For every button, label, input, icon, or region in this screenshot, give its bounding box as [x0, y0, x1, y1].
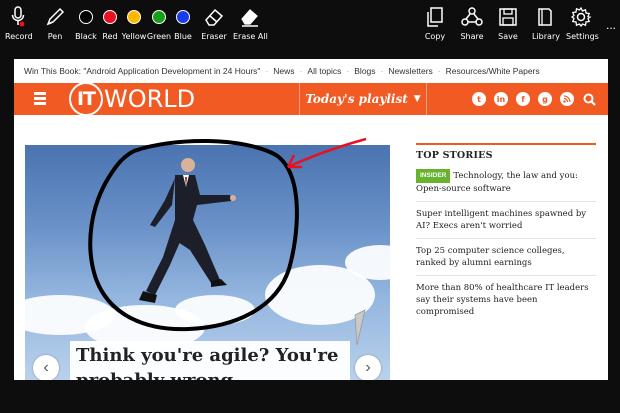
library-icon	[532, 4, 558, 30]
erase-all-icon	[233, 4, 267, 30]
red-label: Red	[102, 32, 118, 41]
yellow-label: Yellow	[121, 32, 147, 41]
more-options-button[interactable]: ...	[604, 18, 618, 32]
share-button[interactable]: Share	[459, 4, 485, 41]
webpage-viewport: Win This Book: "Android Application Deve…	[14, 59, 608, 380]
black-swatch	[79, 10, 93, 24]
yellow-swatch	[127, 10, 141, 24]
ink-arrow	[287, 137, 367, 169]
save-label: Save	[498, 32, 518, 41]
copy-label: Copy	[424, 32, 446, 41]
copy-button[interactable]: Copy	[422, 4, 448, 41]
black-color-button[interactable]: Black	[73, 4, 99, 41]
blue-swatch	[176, 10, 190, 24]
blue-color-button[interactable]: Blue	[170, 4, 196, 41]
black-label: Black	[75, 32, 97, 41]
green-label: Green	[146, 32, 172, 41]
more-icon: ...	[605, 18, 616, 32]
share-label: Share	[460, 32, 484, 41]
save-button[interactable]: Save	[495, 4, 521, 41]
erase-all-label: Erase All	[233, 32, 268, 41]
erase-all-button[interactable]: Erase All	[233, 4, 268, 41]
green-swatch	[152, 10, 166, 24]
eraser-label: Eraser	[201, 32, 227, 41]
green-color-button[interactable]: Green	[146, 4, 172, 41]
eraser-button[interactable]: Eraser	[200, 4, 228, 41]
bottom-bar	[0, 380, 620, 413]
share-icon	[459, 4, 485, 30]
ink-circle	[88, 138, 299, 332]
pen-button[interactable]: Pen	[42, 4, 68, 41]
eraser-icon	[200, 4, 228, 30]
library-button[interactable]: Library	[532, 4, 560, 41]
pen-label: Pen	[47, 32, 63, 41]
pen-icon	[42, 4, 68, 30]
red-swatch	[103, 10, 117, 24]
copy-icon	[422, 4, 448, 30]
yellow-color-button[interactable]: Yellow	[121, 4, 147, 41]
settings-label: Settings	[566, 32, 599, 41]
library-label: Library	[532, 32, 560, 41]
annotation-toolbar: Record Pen Black Red Yellow Green Blue E…	[0, 0, 620, 50]
record-label: Record	[5, 32, 33, 41]
red-color-button[interactable]: Red	[97, 4, 123, 41]
blue-label: Blue	[174, 32, 192, 41]
settings-button[interactable]: Settings	[566, 4, 599, 41]
microphone-icon	[5, 4, 31, 30]
gear-icon	[566, 4, 596, 30]
save-icon	[495, 4, 521, 30]
ink-annotations	[88, 137, 367, 332]
record-button[interactable]: Record	[5, 4, 33, 41]
